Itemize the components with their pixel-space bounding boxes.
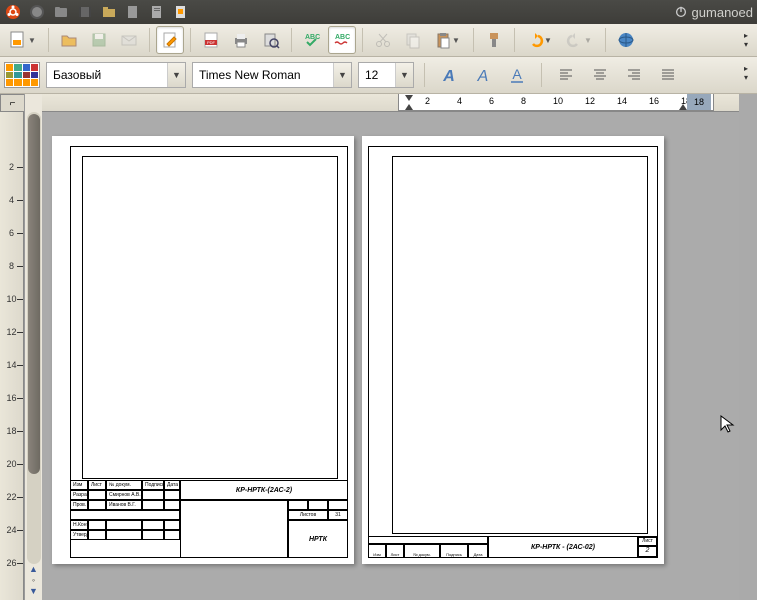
nav-up-icon[interactable]: ▲ <box>27 564 41 574</box>
doc-icon[interactable] <box>124 3 142 21</box>
doc3-icon[interactable] <box>172 3 190 21</box>
vertical-scrollbar[interactable]: ▲ ◦ ▼ <box>24 94 42 600</box>
pdf-button[interactable]: PDF <box>197 26 225 54</box>
main-toolbar: ▼ PDF ABC ABC ▼ ▼ ▼ ▸▾ <box>0 24 757 57</box>
new-button[interactable]: ▼ <box>4 26 42 54</box>
bold-button[interactable]: A <box>435 61 463 89</box>
files-icon[interactable] <box>52 3 70 21</box>
title-block-page2: Изм Лист № докум. Подпись Дата КР-НРТК -… <box>368 536 658 558</box>
align-right-button[interactable] <box>620 61 648 89</box>
svg-text:A: A <box>442 68 455 85</box>
svg-text:ABC: ABC <box>335 34 350 41</box>
font-name-combo[interactable]: ▼ <box>192 62 352 88</box>
undo-button[interactable]: ▼ <box>521 26 559 54</box>
chevron-down-icon[interactable]: ▼ <box>333 63 351 87</box>
horizontal-ruler[interactable]: 24681012141618 18 <box>24 94 739 112</box>
preview-button[interactable] <box>257 26 285 54</box>
doc2-icon[interactable] <box>148 3 166 21</box>
save-button[interactable] <box>85 26 113 54</box>
underline-button[interactable]: A <box>503 61 531 89</box>
svg-text:PDF: PDF <box>207 40 216 45</box>
font-size-input[interactable] <box>359 68 395 82</box>
app-window: ▼ PDF ABC ABC ▼ ▼ ▼ ▸▾ ▼ ▼ ▼ A A A ▸▾ <box>0 24 757 600</box>
paragraph-style-input[interactable] <box>47 68 167 82</box>
clone-format-button[interactable] <box>480 26 508 54</box>
edit-mode-button[interactable] <box>156 26 184 54</box>
toolbar-overflow-icon[interactable]: ▸▾ <box>739 26 753 54</box>
redo-button[interactable]: ▼ <box>561 26 599 54</box>
spellcheck-button[interactable]: ABC <box>298 26 326 54</box>
user-name: gumanoed <box>692 5 753 20</box>
os-top-panel: gumanoed <box>0 0 757 24</box>
svg-text:A: A <box>477 68 489 85</box>
nav-page-icon[interactable]: ◦ <box>27 575 41 585</box>
align-left-button[interactable] <box>552 61 580 89</box>
power-icon <box>674 5 688 19</box>
copy-button[interactable] <box>399 26 427 54</box>
folder-icon[interactable] <box>100 3 118 21</box>
svg-text:A: A <box>512 66 522 82</box>
user-menu[interactable]: gumanoed <box>674 5 753 20</box>
chevron-down-icon[interactable]: ▼ <box>395 63 413 87</box>
vertical-ruler[interactable]: ⌐ 2468101214161820222426 <box>0 94 24 600</box>
mail-button[interactable] <box>115 26 143 54</box>
hruler-highlight: 18 <box>687 94 711 110</box>
styles-swatch-button[interactable] <box>4 62 40 88</box>
workspace: ⌐ 2468101214161820222426 24681012141618 … <box>0 94 757 600</box>
toolbar-overflow-icon[interactable]: ▸▾ <box>739 59 753 87</box>
paragraph-style-combo[interactable]: ▼ <box>46 62 186 88</box>
firefox-icon[interactable] <box>28 3 46 21</box>
font-size-combo[interactable]: ▼ <box>358 62 414 88</box>
page-1: Изм Лист № докум. Подпись Дата Разраб. С… <box>52 136 354 564</box>
align-justify-button[interactable] <box>654 61 682 89</box>
svg-text:ABC: ABC <box>305 34 320 41</box>
ubuntu-logo-icon[interactable] <box>4 3 22 21</box>
cut-button[interactable] <box>369 26 397 54</box>
title-block-page1: Изм Лист № докум. Подпись Дата Разраб. С… <box>70 480 348 558</box>
font-name-input[interactable] <box>193 68 333 82</box>
doc-title-1: КР-НРТК-(2АС-2) <box>180 480 348 500</box>
paste-button[interactable]: ▼ <box>429 26 467 54</box>
print-button[interactable] <box>227 26 255 54</box>
italic-button[interactable]: A <box>469 61 497 89</box>
doc-title-2: КР-НРТК - (2АС-02) <box>489 537 637 557</box>
autospell-button[interactable]: ABC <box>328 26 356 54</box>
scrollbar-thumb[interactable] <box>28 114 40 474</box>
chevron-down-icon[interactable]: ▼ <box>167 63 185 87</box>
page-2: Изм Лист № докум. Подпись Дата КР-НРТК -… <box>362 136 664 564</box>
video-icon[interactable] <box>76 3 94 21</box>
format-toolbar: ▼ ▼ ▼ A A A ▸▾ <box>0 57 757 94</box>
open-button[interactable] <box>55 26 83 54</box>
align-center-button[interactable] <box>586 61 614 89</box>
document-canvas[interactable]: Изм Лист № докум. Подпись Дата Разраб. С… <box>24 112 739 600</box>
nav-down-icon[interactable]: ▼ <box>27 586 41 596</box>
hyperlink-button[interactable] <box>612 26 640 54</box>
